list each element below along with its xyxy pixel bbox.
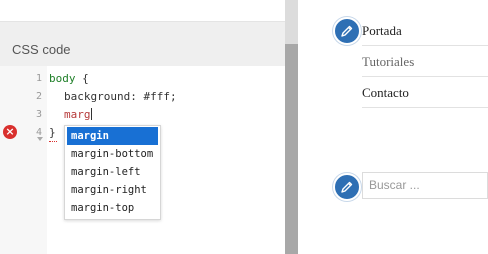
css-editor-panel: CSS code 1 2 3 4 × body { background: #f…: [0, 0, 285, 254]
css-separator: :: [130, 90, 144, 103]
css-semicolon: ;: [169, 90, 177, 103]
autocomplete-item[interactable]: margin-bottom: [67, 145, 158, 163]
autocomplete-popup: margin margin-bottom margin-left margin-…: [64, 125, 161, 220]
line-number: 3: [35, 109, 42, 120]
text-cursor: [90, 108, 92, 120]
css-property: background: [64, 90, 131, 103]
nav-item-portada[interactable]: Portada: [362, 15, 488, 46]
css-value: #fff: [143, 90, 170, 103]
pencil-icon[interactable]: [333, 173, 361, 201]
error-icon[interactable]: ×: [3, 125, 17, 139]
css-code-title: CSS code: [12, 42, 71, 57]
css-selector: body: [49, 72, 76, 85]
top-strip: [0, 0, 285, 22]
line-number: 2: [35, 91, 42, 102]
error-underline: [49, 139, 57, 142]
autocomplete-item[interactable]: margin-top: [67, 199, 158, 217]
code-line[interactable]: body {: [49, 72, 89, 85]
code-line-current[interactable]: marg: [64, 108, 92, 121]
nav-item-contacto[interactable]: Contacto: [362, 77, 488, 108]
autocomplete-item-selected[interactable]: margin: [67, 127, 158, 145]
css-code-header: CSS code: [0, 22, 285, 66]
nav-item-tutoriales[interactable]: Tutoriales: [362, 46, 488, 77]
typed-text: marg: [64, 108, 91, 121]
code-line[interactable]: background: #fff;: [64, 90, 177, 103]
autocomplete-item[interactable]: margin-right: [67, 181, 158, 199]
fold-arrow-icon[interactable]: [37, 137, 43, 141]
autocomplete-item[interactable]: margin-left: [67, 163, 158, 181]
close-brace: }: [49, 126, 56, 139]
pencil-icon-glyph: [341, 25, 353, 37]
line-number: 1: [35, 73, 42, 84]
code-line[interactable]: }: [49, 126, 56, 139]
pencil-icon[interactable]: [333, 17, 361, 45]
search-input[interactable]: Buscar ...: [362, 172, 488, 199]
scrollbar-thumb[interactable]: [285, 44, 298, 254]
pencil-icon-glyph: [341, 181, 353, 193]
open-brace: {: [75, 72, 89, 85]
